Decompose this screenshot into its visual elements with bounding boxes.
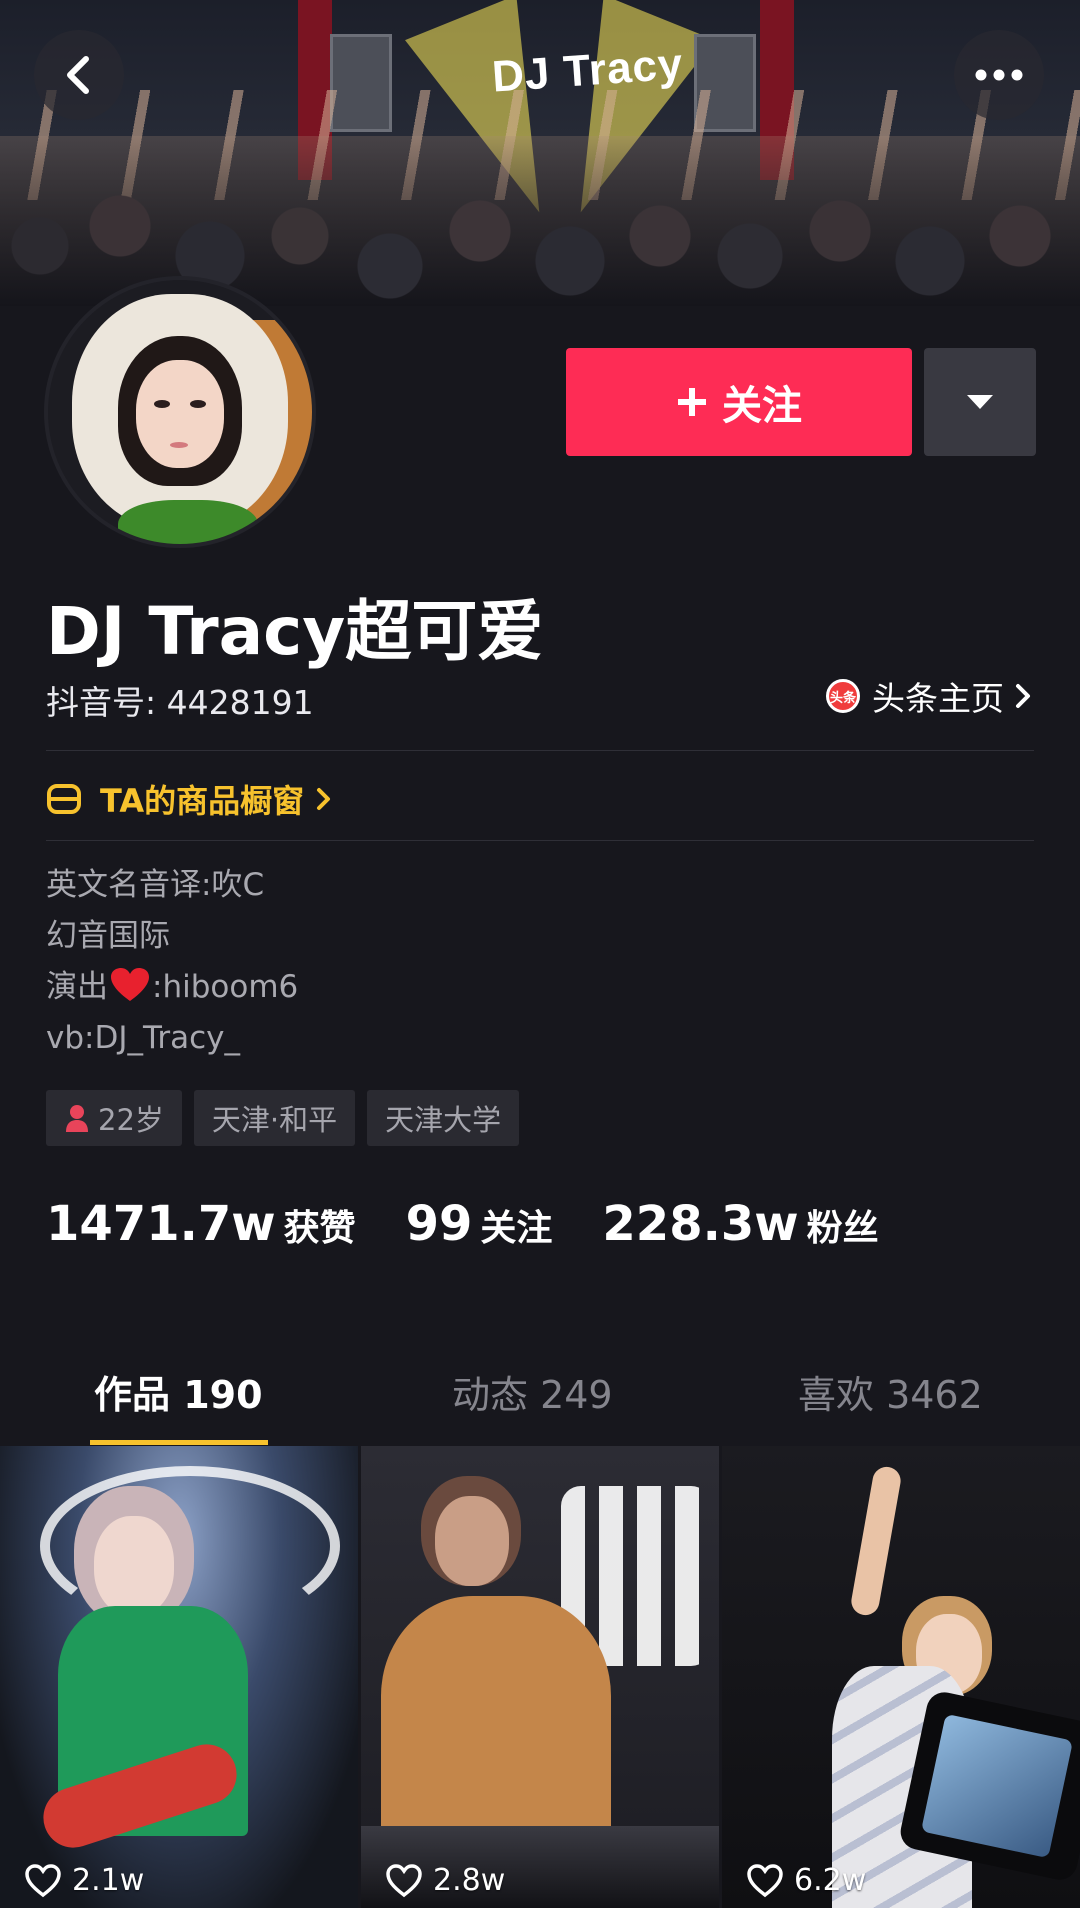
cover-banner: DJ Tracy (0, 0, 1080, 306)
shop-window-link[interactable]: TA的商品橱窗 (46, 776, 332, 822)
bio-line: 英文名音译:吹C (46, 867, 265, 903)
toutiao-homepage-link[interactable]: 头条 头条主页 (826, 672, 1032, 720)
avatar-lip (170, 442, 188, 448)
divider (46, 750, 1034, 751)
toutiao-logo-icon: 头条 (826, 679, 860, 713)
bio-line: vb:DJ_Tracy_ (46, 1020, 240, 1056)
stat-followers-value: 228.3w (602, 1196, 799, 1252)
tab-posts[interactable]: 动态 249 (452, 1364, 613, 1419)
video-grid: 2.1w 2.8w 6.2w (0, 1446, 1080, 1908)
heart-emoji-icon (111, 968, 149, 1001)
content-tabs: 作品 190 动态 249 喜欢 3462 (0, 1334, 1080, 1445)
video-likes: 2.1w (24, 1863, 144, 1898)
bio: 英文名音译:吹C 幻音国际 演出 :hiboom6 vb:DJ_Tracy_ (46, 860, 298, 1064)
age-tag-label: 22岁 (98, 1103, 164, 1137)
video-likes-count: 2.8w (433, 1863, 506, 1898)
video-likes: 2.8w (385, 1863, 505, 1898)
video-likes-count: 6.2w (794, 1863, 867, 1898)
profile-tags: 22岁 天津·和平 天津大学 (46, 1090, 520, 1146)
avatar[interactable] (44, 276, 316, 548)
tab-likes[interactable]: 喜欢 3462 (798, 1364, 983, 1419)
toutiao-label: 头条主页 (872, 679, 1004, 718)
avatar-eye (190, 400, 206, 408)
divider (46, 840, 1034, 841)
location-tag: 天津·和平 (193, 1090, 356, 1146)
avatar-shirt (118, 500, 258, 544)
bio-line: 演出 :hiboom6 (46, 962, 298, 1013)
douyin-id: 抖音号: 4428191 (46, 683, 314, 722)
bio-line-text: :hiboom6 (152, 969, 299, 1005)
chevron-right-icon (1016, 684, 1030, 708)
heart-outline-icon (747, 1863, 783, 1897)
avatar-face (136, 360, 224, 468)
chevron-right-icon (317, 788, 331, 810)
shop-label: TA的商品橱窗 (100, 782, 305, 820)
stats-row: 1471.7w 获赞 99 关注 228.3w 粉丝 (46, 1196, 929, 1252)
stat-followers-label: 粉丝 (806, 1208, 879, 1249)
follow-button[interactable]: 关注 (566, 348, 912, 456)
thumbnail-face (94, 1516, 174, 1616)
stat-likes: 1471.7w 获赞 (46, 1196, 356, 1252)
follow-label: 关注 (722, 383, 802, 429)
heart-outline-icon (386, 1863, 422, 1897)
recommend-dropdown-button[interactable] (924, 348, 1036, 456)
stat-likes-value: 1471.7w (46, 1196, 276, 1252)
female-icon (66, 1105, 88, 1132)
back-arrow-icon (67, 56, 89, 94)
stat-followers[interactable]: 228.3w 粉丝 (602, 1196, 878, 1252)
video-likes: 6.2w (746, 1863, 866, 1898)
school-tag: 天津大学 (367, 1090, 520, 1146)
heart-outline-icon (25, 1863, 61, 1897)
active-tab-indicator (90, 1440, 268, 1445)
stat-following[interactable]: 99 关注 (406, 1196, 553, 1252)
video-thumbnail[interactable]: 6.2w (722, 1446, 1080, 1908)
video-thumbnail[interactable]: 2.1w (0, 1446, 358, 1908)
shop-window-icon (47, 784, 81, 814)
video-thumbnail[interactable]: 2.8w (361, 1446, 719, 1908)
avatar-eye (154, 400, 170, 408)
stat-following-label: 关注 (480, 1208, 553, 1249)
caret-down-icon (967, 395, 993, 409)
nickname: DJ Tracy超可爱 (46, 593, 544, 670)
thumbnail-outfit (381, 1596, 611, 1846)
stat-likes-label: 获赞 (283, 1208, 356, 1249)
plus-icon (678, 388, 706, 416)
video-likes-count: 2.1w (72, 1863, 145, 1898)
back-button[interactable] (34, 30, 124, 120)
stat-following-value: 99 (405, 1196, 473, 1252)
more-dots-icon (975, 69, 1023, 81)
thumbnail-face (435, 1496, 509, 1586)
age-tag: 22岁 (46, 1090, 182, 1146)
more-button[interactable] (954, 30, 1044, 120)
bio-line-text: 演出 (46, 969, 108, 1005)
tab-works[interactable]: 作品 190 (94, 1364, 263, 1419)
bio-line: 幻音国际 (46, 918, 170, 954)
